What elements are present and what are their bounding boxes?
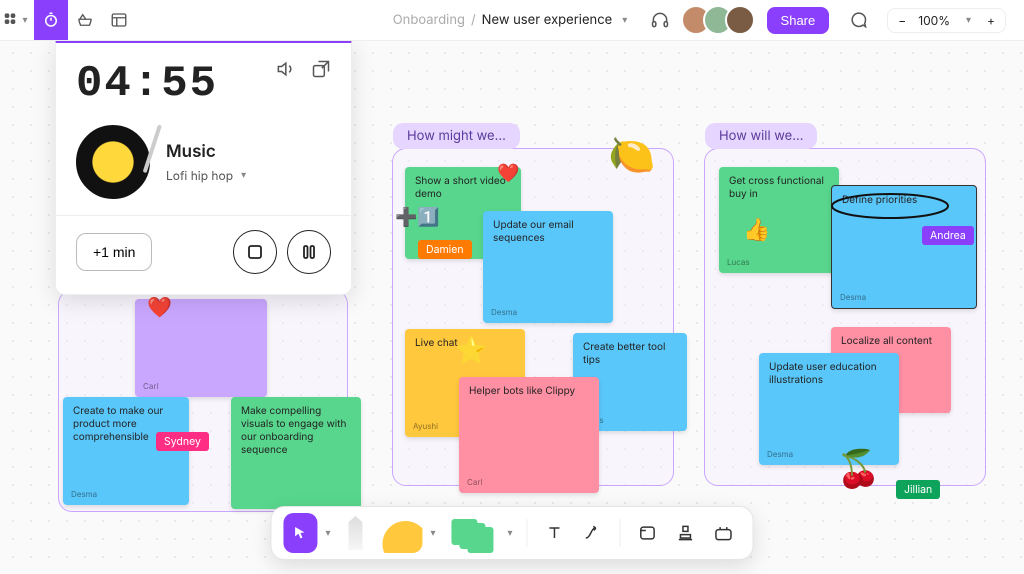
sticky-note[interactable]: Helper bots like Clippy Carl xyxy=(459,377,599,493)
avatar[interactable] xyxy=(725,5,755,35)
sticky-text: Make compelling visuals to engage with o… xyxy=(241,405,346,456)
pause-button[interactable] xyxy=(287,230,331,274)
bottom-toolbar: ▾ ▾ ▾ xyxy=(270,506,753,560)
section-tool[interactable] xyxy=(631,513,665,553)
chevron-down-icon: ▾ xyxy=(237,169,250,181)
text-tool[interactable] xyxy=(538,513,572,553)
sticky-note[interactable]: Create to make our product more comprehe… xyxy=(63,397,189,505)
cursor-label-andrea: Andrea xyxy=(922,226,974,245)
sticky-note[interactable]: Update our email sequences Desma xyxy=(483,211,613,323)
layout-tool-button[interactable] xyxy=(102,0,136,40)
breadcrumb-title[interactable]: New user experience xyxy=(482,12,613,28)
sticky-note[interactable]: Update user education illustrations Desm… xyxy=(759,353,899,465)
sticky-author: Desma xyxy=(767,449,793,459)
sticky-author: Lucas xyxy=(727,257,750,267)
voting-tool-button[interactable] xyxy=(68,0,102,40)
sticky-author: Ayushi xyxy=(413,421,438,431)
section-left[interactable]: Carl ❤️ Create to make our product more … xyxy=(58,290,348,512)
music-track-label: Lofi hip hop xyxy=(166,168,233,183)
zoom-value[interactable]: 100% xyxy=(918,13,950,28)
pointer-tool[interactable] xyxy=(283,513,317,553)
sticky-text: Get cross functional buy in xyxy=(729,175,824,200)
chevron-down-icon[interactable]: ▾ xyxy=(321,527,334,539)
cursor-label-jillian: Jillian xyxy=(896,480,940,499)
chevron-down-icon[interactable]: ▾ xyxy=(618,14,631,26)
cursor-label-damien: Damien xyxy=(418,240,472,259)
sticky-text: Show a short video demo xyxy=(415,175,506,200)
breadcrumb-separator: / xyxy=(471,12,476,28)
timer-tool-button[interactable] xyxy=(34,0,68,40)
sticky-note[interactable]: Carl xyxy=(135,299,267,397)
breadcrumb[interactable]: Onboarding / New user experience ▾ xyxy=(393,12,632,28)
share-button[interactable]: Share xyxy=(767,7,830,34)
comments-icon[interactable] xyxy=(841,0,875,40)
sticky-tool[interactable] xyxy=(444,513,500,553)
timer-digits: 04:55 xyxy=(76,59,218,109)
sticky-note[interactable]: Get cross functional buy in Lucas xyxy=(719,167,839,273)
popout-icon[interactable] xyxy=(311,59,331,79)
cursor-label-sydney: Sydney xyxy=(156,432,209,451)
add-minute-button[interactable]: +1 min xyxy=(76,233,152,271)
sticky-author: Carl xyxy=(143,381,158,391)
music-heading: Music xyxy=(166,142,250,162)
sticky-author: Desma xyxy=(491,307,517,317)
headphones-icon[interactable] xyxy=(643,0,677,40)
pencil-tool[interactable] xyxy=(338,513,372,553)
stop-button[interactable] xyxy=(233,230,277,274)
section-how-might-we[interactable]: How might we... Show a short video demo … xyxy=(392,148,674,486)
zoom-in-button[interactable]: + xyxy=(987,13,995,28)
widgets-tool[interactable] xyxy=(707,513,741,553)
section-title[interactable]: How might we... xyxy=(393,123,520,149)
toolbar-right: Share − 100% ▾ + xyxy=(643,0,1024,40)
toolbar-left: ▾ xyxy=(0,0,136,40)
vinyl-icon xyxy=(76,125,150,199)
sticky-author: Carl xyxy=(467,477,482,487)
connector-tool[interactable] xyxy=(576,513,610,553)
sticky-text: Localize all content xyxy=(841,335,932,347)
sticky-note[interactable]: Make compelling visuals to engage with o… xyxy=(231,397,361,509)
sticky-text: Helper bots like Clippy xyxy=(469,385,575,397)
chevron-down-icon: ▾ xyxy=(18,14,31,26)
sticky-text: Update our email sequences xyxy=(493,219,574,244)
shape-tool[interactable] xyxy=(376,513,422,553)
zoom-control[interactable]: − 100% ▾ + xyxy=(887,8,1006,33)
sticky-note[interactable]: Define priorities Desma xyxy=(831,185,977,309)
sticky-text: Update user education illustrations xyxy=(769,361,877,386)
chevron-down-icon[interactable]: ▾ xyxy=(504,527,517,539)
sticky-text: Live chat xyxy=(415,337,458,349)
separator xyxy=(527,519,528,547)
breadcrumb-parent[interactable]: Onboarding xyxy=(393,12,465,28)
sticky-author: Desma xyxy=(840,292,866,302)
sticky-text: Create better tool tips xyxy=(583,341,665,366)
chevron-down-icon[interactable]: ▾ xyxy=(962,14,975,26)
separator xyxy=(620,519,621,547)
sticky-author: Desma xyxy=(71,489,97,499)
music-track-selector[interactable]: Lofi hip hop ▾ xyxy=(166,168,250,183)
section-how-will-we[interactable]: How will we... Get cross functional buy … xyxy=(704,148,986,486)
stamp-tool[interactable] xyxy=(669,513,703,553)
sound-icon[interactable] xyxy=(275,59,295,79)
presence-avatars[interactable] xyxy=(689,5,755,35)
section-title[interactable]: How will we... xyxy=(705,123,817,149)
top-bar: ▾ Onboarding / New user experience ▾ Sha… xyxy=(0,0,1024,41)
timer-panel: 04:55 Music Lofi hip hop ▾ +1 min xyxy=(55,40,352,295)
chevron-down-icon[interactable]: ▾ xyxy=(426,527,439,539)
zoom-out-button[interactable]: − xyxy=(898,13,906,28)
figma-menu-button[interactable]: ▾ xyxy=(0,0,34,40)
